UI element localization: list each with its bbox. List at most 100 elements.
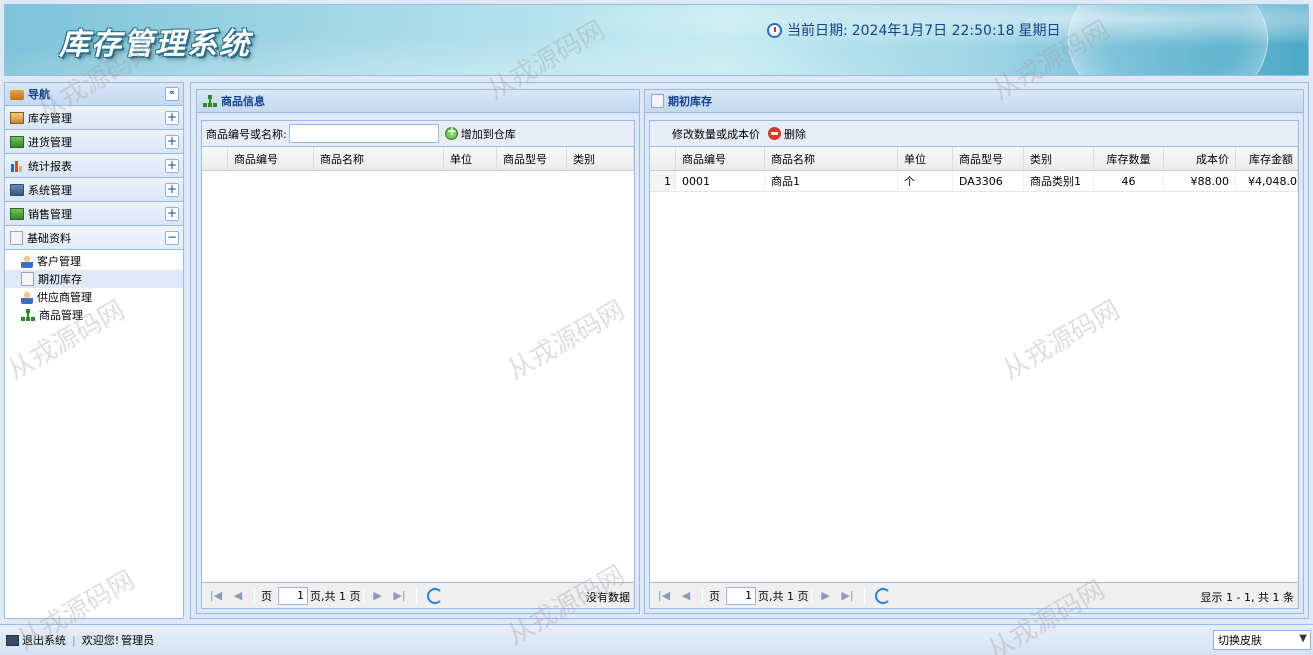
column-header[interactable]: 商品名称 (314, 147, 444, 170)
add-icon (444, 124, 458, 140)
goods-grid-header: 商品编号 商品名称 单位 商品型号 类别 (202, 147, 634, 171)
column-header[interactable]: 商品编号 (676, 147, 765, 170)
search-input[interactable] (288, 124, 439, 143)
clock-icon (767, 22, 782, 38)
expand-icon[interactable]: + (165, 159, 179, 173)
collapse-icon[interactable]: − (165, 231, 179, 245)
last-page-icon[interactable]: ▶| (392, 588, 408, 604)
column-header[interactable]: 单位 (444, 147, 497, 170)
cell-amount: ¥4,048.0 (1236, 171, 1298, 191)
submenu-label: 供应商管理 (37, 291, 92, 304)
submenu-item-customers[interactable]: 客户管理 (5, 252, 183, 270)
submenu-item-suppliers[interactable]: 供应商管理 (5, 288, 183, 306)
delete-icon (768, 127, 781, 140)
modify-button[interactable]: 修改数量或成本价 (672, 126, 760, 142)
sidebar-item-reports[interactable]: 统计报表 + (5, 154, 183, 178)
sidebar-item-system[interactable]: 系统管理 + (5, 178, 183, 202)
footer-divider: | (72, 633, 76, 647)
column-header[interactable]: 类别 (567, 147, 634, 170)
user-icon (21, 254, 33, 268)
modify-label: 修改数量或成本价 (672, 127, 760, 141)
chevron-down-icon: ▼ (1299, 633, 1307, 644)
goods-panel-title: 商品信息 (221, 95, 265, 108)
expand-icon[interactable]: + (165, 183, 179, 197)
sidebar: 导航 « 库存管理 + 进货管理 + 统计报表 + 系统管理 + 销售管理 + … (4, 82, 184, 619)
current-date: 当前日期: 2024年1月7日 22:50:18 星期日 (767, 20, 1061, 40)
row-number-header (202, 147, 228, 170)
stock-pager: |◀ ◀ 页 1 页,共 1 页 ▶ ▶| 显示 1 - 1, 共 1 条 (650, 582, 1298, 608)
column-header[interactable]: 商品名称 (765, 147, 898, 170)
basic-data-submenu: 客户管理 期初库存 供应商管理 商品管理 (5, 250, 183, 324)
column-header[interactable]: 商品编号 (228, 147, 314, 170)
sidebar-header: 导航 « (5, 83, 183, 106)
column-header[interactable]: 商品型号 (497, 147, 567, 170)
column-header[interactable]: 商品型号 (953, 147, 1024, 170)
column-header[interactable]: 成本价 (1164, 147, 1236, 170)
pager-divider (362, 587, 364, 604)
bar-chart-icon (10, 159, 24, 172)
refresh-icon[interactable] (874, 587, 891, 604)
next-page-icon[interactable]: ▶ (370, 588, 386, 604)
refresh-icon[interactable] (426, 587, 443, 604)
stock-grid: 修改数量或成本价 删除 商品编号 商品名称 单位 商品型号 类别 库存数量 成本… (649, 120, 1299, 609)
sidebar-item-label: 基础资料 (27, 231, 71, 245)
collapse-sidebar-button[interactable]: « (165, 87, 179, 101)
cell-model: DA3306 (953, 171, 1024, 191)
box-icon (10, 111, 24, 124)
prev-page-icon[interactable]: ◀ (678, 588, 694, 604)
sidebar-item-label: 进货管理 (28, 135, 72, 149)
sidebar-item-inventory[interactable]: 库存管理 + (5, 106, 183, 130)
sidebar-item-label: 系统管理 (28, 183, 72, 197)
submenu-item-goods[interactable]: 商品管理 (5, 306, 183, 324)
submenu-label: 期初库存 (38, 273, 82, 286)
sidebar-item-purchase[interactable]: 进货管理 + (5, 130, 183, 154)
expand-icon[interactable]: + (165, 111, 179, 125)
column-header[interactable]: 单位 (898, 147, 953, 170)
delete-label: 删除 (784, 127, 806, 141)
add-to-stock-button[interactable]: 增加到仓库 (444, 124, 516, 142)
monitor-icon (6, 634, 19, 646)
add-to-stock-label: 增加到仓库 (460, 127, 516, 141)
page-total: 页,共 1 页 (758, 589, 809, 603)
delete-button[interactable]: 删除 (768, 126, 806, 142)
submenu-label: 商品管理 (39, 309, 83, 322)
goods-grid: 商品编号或名称: 增加到仓库 商品编号 商品名称 单位 商品型号 类别 |◀ ◀ (201, 120, 635, 609)
page-number-input[interactable]: 1 (726, 586, 756, 605)
column-header[interactable]: 库存数量 (1094, 147, 1164, 170)
opening-stock-panel: 期初库存 修改数量或成本价 删除 商品编号 商品名称 单位 商品型号 类别 库存… (644, 89, 1304, 614)
sidebar-item-basic-data[interactable]: 基础资料 − (5, 226, 183, 250)
first-page-icon[interactable]: |◀ (208, 588, 224, 604)
document-icon (21, 272, 34, 286)
logout-label: 退出系统 (22, 634, 66, 647)
purchase-icon (10, 135, 24, 148)
weekday: 星期日 (1018, 23, 1061, 39)
next-page-icon[interactable]: ▶ (818, 588, 834, 604)
signpost-icon (10, 90, 24, 100)
pager-divider (254, 587, 255, 604)
table-row[interactable]: 1 0001 商品1 个 DA3306 商品类别1 46 ¥88.00 ¥4,0… (650, 171, 1298, 192)
expand-icon[interactable]: + (165, 207, 179, 221)
last-page-icon[interactable]: ▶| (840, 588, 856, 604)
prev-page-icon[interactable]: ◀ (230, 588, 246, 604)
column-header[interactable]: 库存金额 (1236, 147, 1298, 170)
status-bar: 退出系统 | 欢迎您! 管理员 切换皮肤 ▼ (0, 624, 1313, 655)
date-label: 当前日期: (787, 23, 848, 39)
cell-unit: 个 (898, 171, 953, 191)
submenu-item-opening-stock[interactable]: 期初库存 (5, 270, 183, 288)
sidebar-item-label: 销售管理 (28, 207, 72, 221)
expand-icon[interactable]: + (165, 135, 179, 149)
page-number-input[interactable]: 1 (278, 586, 308, 605)
user-icon (21, 290, 33, 304)
page-label: 页 (709, 589, 720, 603)
pager-divider (702, 587, 703, 604)
skin-select[interactable]: 切换皮肤 ▼ (1213, 630, 1311, 650)
goods-pager: |◀ ◀ 页 1 页,共 1 页 ▶ ▶| 没有数据 (202, 582, 634, 608)
stock-grid-header: 商品编号 商品名称 单位 商品型号 类别 库存数量 成本价 库存金额 (650, 147, 1298, 171)
sidebar-title: 导航 (28, 88, 50, 101)
logout-button[interactable]: 退出系统 (6, 632, 66, 648)
pager-divider (810, 587, 812, 604)
first-page-icon[interactable]: |◀ (656, 588, 672, 604)
pager-divider (415, 587, 417, 604)
column-header[interactable]: 类别 (1024, 147, 1094, 170)
sidebar-item-sales[interactable]: 销售管理 + (5, 202, 183, 226)
